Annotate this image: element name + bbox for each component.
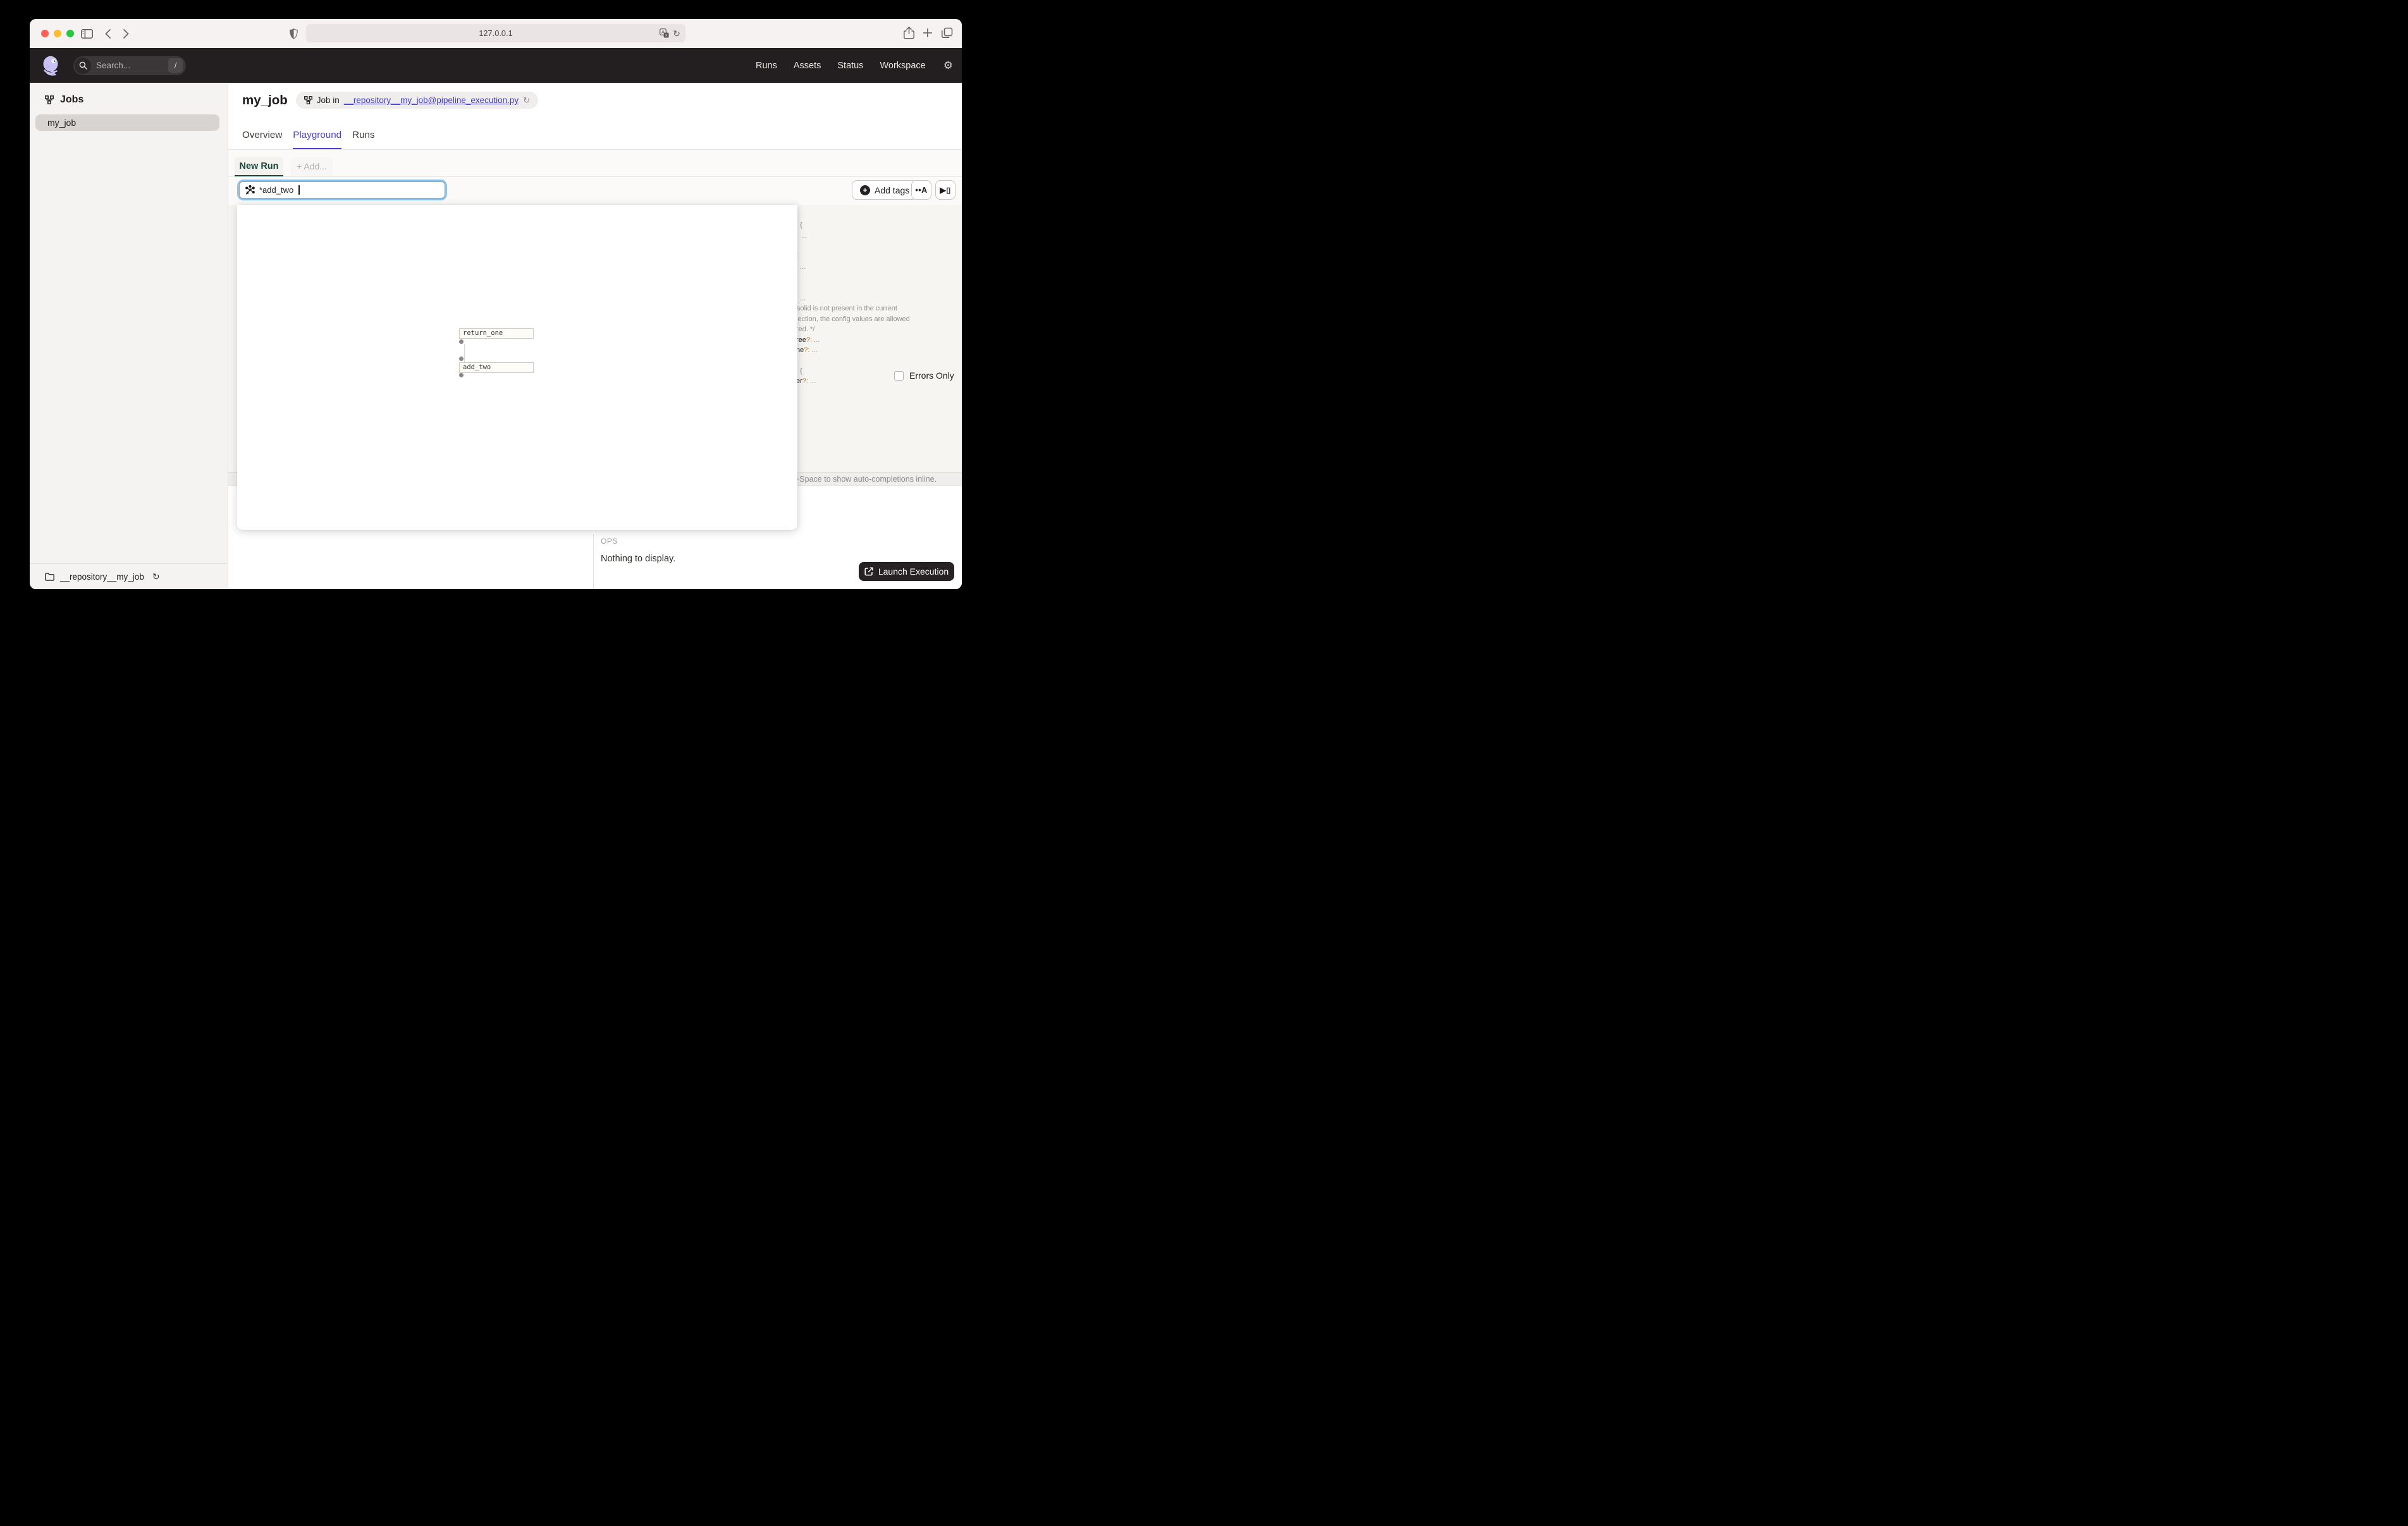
privacy-shield-icon (286, 27, 300, 40)
op-selector-input[interactable]: *add_two (237, 180, 447, 200)
edge-connector (464, 344, 465, 363)
job-graph-icon (45, 95, 54, 104)
page-title: my_job (242, 92, 288, 107)
op-selector-value: *add_two (259, 185, 294, 195)
title-row: my_job Job in __repository__my_job@pipel… (242, 92, 539, 109)
code-line: red. */ (796, 326, 815, 333)
job-origin-badge: Job in __repository__my_job@pipeline_exe… (295, 92, 539, 109)
nav-runs[interactable]: Runs (756, 61, 777, 71)
search-placeholder: Search... (96, 61, 131, 70)
browser-window: 127.0.0.1 Ax ↻ Search... / Runs Assets S… (30, 19, 962, 589)
strip-divider (228, 176, 962, 177)
tab-overview-icon[interactable] (941, 27, 953, 39)
nav-status[interactable]: Status (837, 61, 863, 71)
code-line: ... (801, 232, 808, 240)
sidebar-title: Jobs (45, 94, 83, 106)
code-line: lection, the config values are allowed (796, 315, 910, 323)
errors-only-row: Errors Only (894, 370, 954, 381)
graph-node-add-two[interactable]: add_two (459, 362, 534, 373)
back-button[interactable] (101, 27, 114, 40)
sidebar-toggle-icon[interactable] (80, 27, 94, 40)
settings-gear-icon[interactable]: ⚙ (943, 59, 953, 72)
forward-button[interactable] (119, 27, 133, 40)
url-text: 127.0.0.1 (479, 28, 513, 38)
jobs-sidebar: Jobs my_job __repository__my_job ↻ (30, 83, 228, 589)
nav-workspace[interactable]: Workspace (880, 61, 925, 71)
code-line: ree?: ... (796, 336, 820, 344)
code-line: er?: ... (796, 377, 816, 385)
autocomplete-icon: ••A (915, 185, 928, 195)
folder-icon (45, 572, 54, 581)
op-graph-selector-icon (245, 185, 255, 195)
repository-footer: __repository__my_job ↻ (30, 563, 227, 589)
tab-playground[interactable]: Playground (293, 130, 342, 149)
autocomplete-button[interactable]: ••A (911, 180, 931, 200)
app-nav: Runs Assets Status Workspace ⚙ (756, 59, 953, 72)
badge-prefix: Job in (316, 95, 340, 105)
screenshot-stage: 127.0.0.1 Ax ↻ Search... / Runs Assets S… (0, 0, 992, 628)
expand-panel-button[interactable]: ▶▯ (935, 180, 955, 200)
badge-refresh-icon[interactable]: ↻ (523, 95, 530, 106)
autocomplete-hint: +Space to show auto-completions inline. (795, 475, 937, 484)
search-input[interactable]: Search... / (73, 56, 186, 75)
sidebar-item-my-job[interactable]: my_job (35, 114, 219, 131)
address-bar[interactable]: 127.0.0.1 Ax ↻ (306, 24, 685, 42)
pipeline-file-link[interactable]: __repository__my_job@pipeline_execution.… (344, 95, 519, 105)
add-tags-button[interactable]: + Add tags (852, 180, 918, 200)
job-graph-icon (304, 96, 312, 104)
job-tabs: Overview Playground Runs (242, 130, 375, 149)
repository-refresh-icon[interactable]: ↻ (152, 571, 160, 582)
window-controls (41, 30, 74, 37)
nav-assets[interactable]: Assets (794, 61, 821, 71)
share-icon[interactable] (904, 27, 914, 39)
output-port-dot (459, 372, 464, 377)
new-tab-icon[interactable] (922, 27, 933, 39)
code-line: : ... (796, 263, 806, 271)
ops-empty-text: Nothing to display. (601, 554, 676, 564)
output-port-dot (459, 339, 464, 344)
plus-circle-icon: + (860, 185, 870, 195)
svg-text:x: x (665, 34, 667, 38)
code-line: : ... (796, 295, 806, 302)
panel-divider (593, 534, 594, 589)
code-line: ne?: ... (796, 346, 818, 354)
text-caret (298, 185, 300, 195)
zoom-window-button[interactable] (66, 30, 74, 37)
tab-overview[interactable]: Overview (242, 130, 282, 149)
code-line: solid is not present in the current (797, 305, 897, 312)
errors-only-checkbox[interactable] (894, 370, 904, 381)
errors-only-label: Errors Only (909, 370, 954, 381)
play-panel-icon: ▶▯ (940, 186, 951, 195)
input-port-dot (459, 357, 464, 361)
repository-name: __repository__my_job (60, 571, 144, 582)
content: Jobs my_job __repository__my_job ↻ my_jo… (30, 83, 962, 589)
op-graph-popover: return_one add_two (237, 205, 797, 530)
ops-section-label: OPS (601, 537, 618, 546)
search-icon (75, 57, 91, 74)
translate-icon[interactable]: Ax (660, 28, 669, 38)
graph-node-return-one[interactable]: return_one (459, 328, 534, 339)
new-run-tab[interactable]: New Run (235, 157, 283, 176)
dagster-logo[interactable] (42, 56, 61, 76)
main-panel: my_job Job in __repository__my_job@pipel… (228, 83, 962, 589)
search-shortcut-badge: / (168, 58, 183, 73)
launch-execution-button[interactable]: Launch Execution (859, 562, 954, 581)
external-link-icon (864, 567, 873, 576)
browser-toolbar: 127.0.0.1 Ax ↻ (30, 19, 962, 48)
app-header: Search... / Runs Assets Status Workspace… (30, 48, 962, 83)
tab-runs[interactable]: Runs (352, 130, 374, 149)
add-config-tab[interactable]: + Add... (291, 157, 333, 176)
close-window-button[interactable] (41, 30, 49, 37)
run-config-strip: New Run + Add... *add_two + Add tags ••A… (228, 150, 962, 205)
minimize-window-button[interactable] (54, 30, 61, 37)
reload-icon[interactable]: ↻ (673, 29, 680, 38)
bottom-panel: OPS Nothing to display. Launch Execution (228, 534, 962, 589)
